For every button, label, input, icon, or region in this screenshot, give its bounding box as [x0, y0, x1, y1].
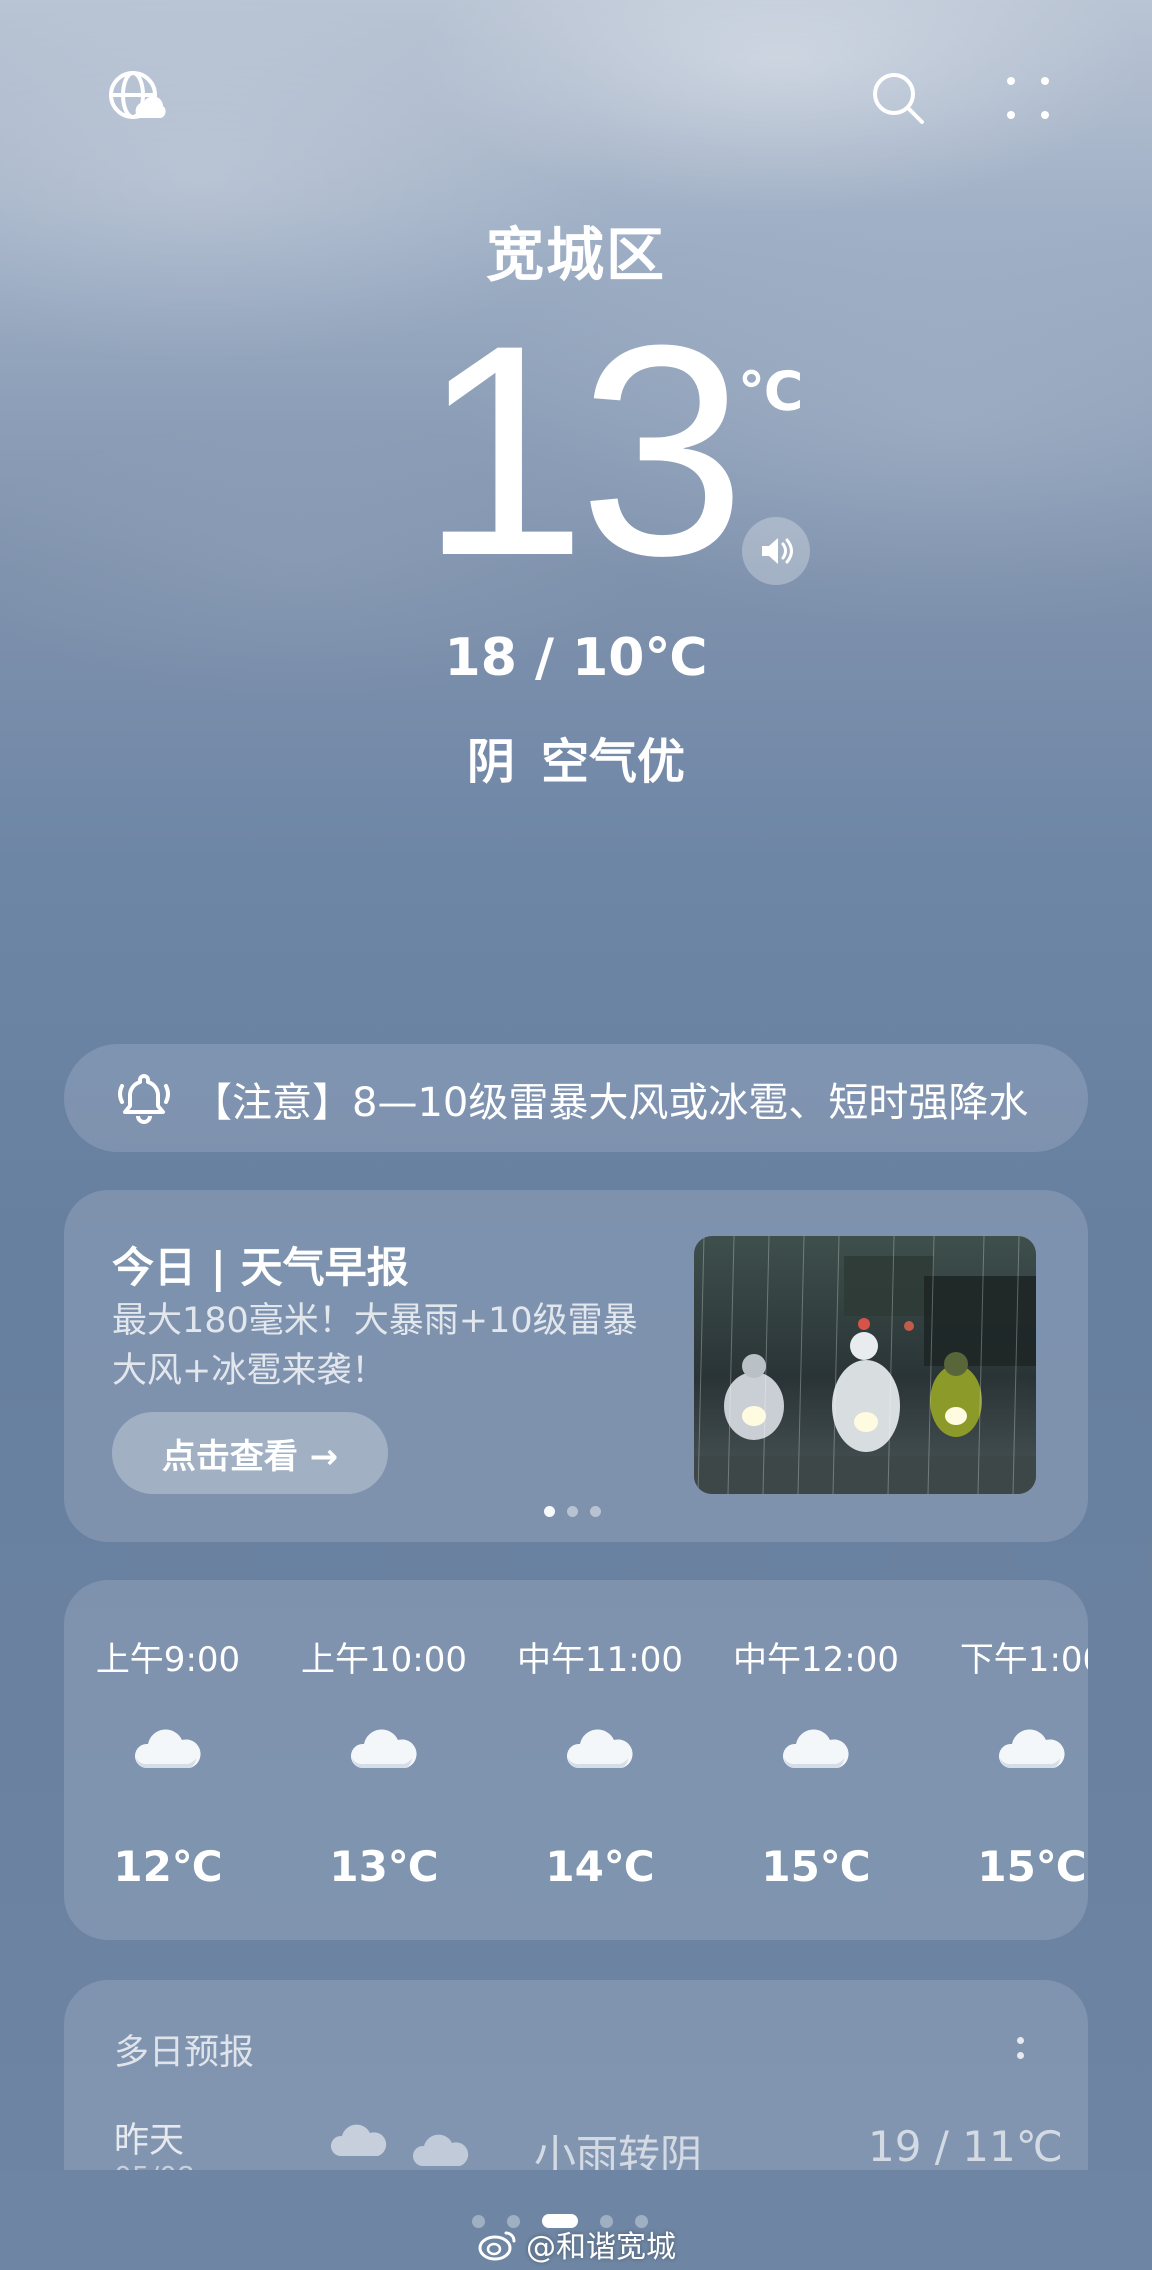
hourly-forecast-card[interactable]: 上午9:00 12℃ 上午10:00 13℃ 中午11:00 14℃ 中午12:… — [64, 1580, 1088, 1940]
hour-time: 下午1:00 — [959, 1640, 1088, 1680]
bell-icon — [118, 1074, 170, 1124]
day-temp-range: 19 / 11℃ — [868, 2122, 1063, 2170]
hour-temp: 14℃ — [545, 1842, 655, 1891]
air-quality[interactable]: 空气优 — [541, 734, 685, 790]
hour-temp: 15℃ — [761, 1842, 871, 1891]
cloudy-icon — [998, 1729, 1065, 1768]
storm-photo[interactable] — [694, 1236, 1036, 1494]
weather-condition: 阴 — [466, 734, 515, 790]
temperature-range: 18 / 10℃ — [444, 628, 708, 688]
current-temperature: 13 — [420, 282, 746, 618]
day-label: 昨天 — [114, 2121, 185, 2161]
cloudy-icon — [350, 1729, 417, 1768]
more-options-icon[interactable] — [1000, 2020, 1040, 2076]
weather-brief-card[interactable]: 今日 | 天气早报 最大180毫米！大暴雨+10级雷暴大风+冰雹来袭！ 点击查看… — [64, 1190, 1088, 1542]
hour-time: 中午11:00 — [517, 1640, 683, 1680]
grid-dots-icon[interactable] — [996, 66, 1060, 130]
cloudy-icon — [782, 1729, 849, 1768]
cloudy-icon — [134, 1729, 201, 1768]
cloudy-icon — [412, 2134, 469, 2166]
search-icon[interactable] — [866, 66, 930, 130]
light-rain-icon — [330, 2124, 387, 2156]
hour-temp: 15℃ — [977, 1842, 1087, 1891]
page-dot — [590, 1506, 601, 1517]
weibo-icon — [478, 2231, 516, 2261]
condition-line: 阴空气优 — [0, 722, 1152, 792]
temperature-unit: ℃ — [738, 360, 804, 423]
day-condition: 小雨转阴 — [534, 2131, 703, 2170]
city-name: 宽城区 — [485, 221, 666, 289]
hour-time: 上午10:00 — [301, 1640, 467, 1680]
daily-forecast-card[interactable]: 多日预报 昨天 05/08 小雨转阴 19 / 11℃ — [64, 1980, 1088, 2170]
watermark: @和谐宽城 — [478, 2222, 676, 2266]
brief-title: 今日 | 天气早报 — [112, 1243, 409, 1292]
page-dot — [567, 1506, 578, 1517]
view-details-button[interactable]: 点击查看 → — [112, 1412, 388, 1494]
day-date: 05/08 — [114, 2160, 195, 2170]
hour-temp: 12℃ — [113, 1842, 223, 1891]
speaker-button[interactable] — [742, 517, 810, 585]
watermark-text: @和谐宽城 — [526, 2230, 676, 2265]
hour-time: 中午12:00 — [733, 1640, 899, 1680]
alert-text: 【注意】8—10级雷暴大风或冰雹、短时强降水 — [192, 1080, 1029, 1126]
page-dot — [544, 1506, 555, 1517]
brief-page-dots — [544, 1506, 601, 1517]
brief-description: 最大180毫米！大暴雨+10级雷暴大风+冰雹来袭！ — [112, 1301, 638, 1391]
hour-temp: 13℃ — [329, 1842, 439, 1891]
daily-forecast-title: 多日预报 — [114, 2033, 255, 2073]
cloudy-icon — [566, 1729, 633, 1768]
globe-cloud-icon[interactable] — [104, 66, 168, 130]
hour-time: 上午9:00 — [95, 1640, 241, 1680]
speaker-icon — [762, 538, 793, 564]
alert-banner[interactable]: 【注意】8—10级雷暴大风或冰雹、短时强降水 — [64, 1044, 1088, 1152]
